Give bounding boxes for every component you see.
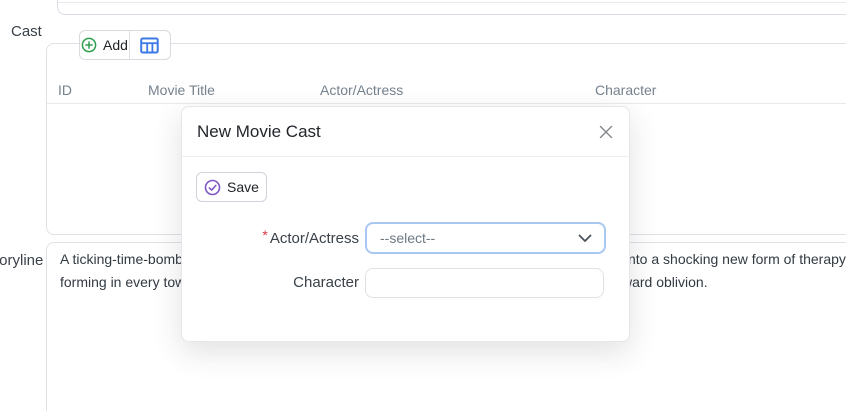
character-label-text: Character	[293, 274, 359, 291]
add-button-label: Add	[103, 37, 128, 53]
close-icon	[597, 123, 615, 141]
check-circle-icon	[204, 179, 221, 196]
new-movie-cast-modal: New Movie Cast Save * Actor/Actress --se…	[181, 106, 630, 342]
cropped-panel-row-divider	[58, 2, 846, 3]
character-label: Character	[182, 268, 359, 298]
column-header-movie-title: Movie Title	[148, 82, 215, 98]
modal-header: New Movie Cast	[182, 107, 629, 157]
storyline-label: Storyline	[0, 252, 44, 269]
storyline-line2-right: ward oblivion.	[622, 274, 708, 290]
actor-actress-select[interactable]: --select--	[365, 222, 606, 254]
save-button-label: Save	[227, 179, 259, 195]
actor-actress-label: * Actor/Actress	[182, 223, 359, 254]
movie-edit-page: Cast Add ID Movie Title Actor/Actress Ch…	[0, 0, 846, 411]
character-input[interactable]	[365, 268, 604, 298]
plus-circle-icon	[81, 37, 97, 53]
cast-label: Cast	[11, 23, 42, 40]
column-header-actor-actress: Actor/Actress	[320, 82, 404, 98]
add-cast-button[interactable]: Add	[80, 31, 129, 59]
modal-title: New Movie Cast	[197, 122, 321, 141]
column-header-character: Character	[595, 82, 657, 98]
select-current-value: --select--	[380, 230, 436, 246]
required-asterisk: *	[262, 227, 268, 243]
chevron-down-icon	[578, 234, 592, 243]
table-header-divider	[47, 103, 846, 104]
column-header-id: ID	[58, 82, 72, 98]
cast-toolbar: Add	[79, 30, 171, 60]
table-icon	[140, 37, 159, 54]
modal-close-button[interactable]	[596, 122, 616, 142]
actor-actress-label-text: Actor/Actress	[269, 230, 359, 247]
storyline-line1-right: nto a shocking new form of therapy. Thei…	[628, 251, 846, 267]
save-button[interactable]: Save	[196, 172, 267, 202]
table-view-button[interactable]	[130, 31, 169, 59]
